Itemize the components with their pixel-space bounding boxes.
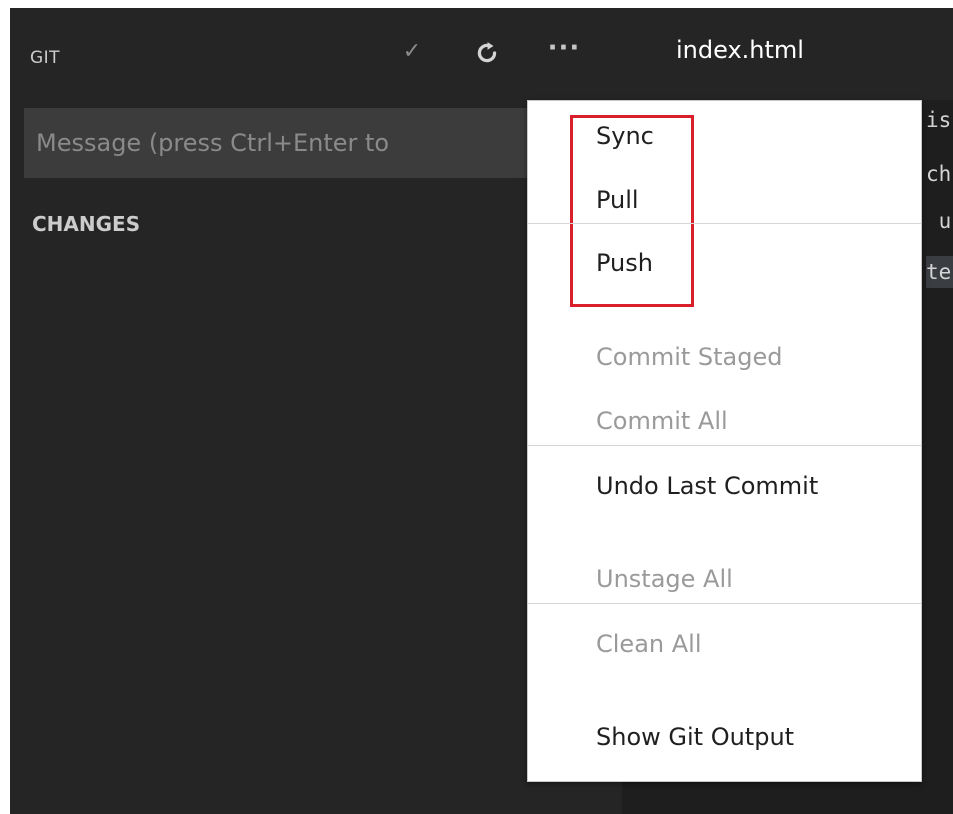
menu-item-unstage-all[interactable]: Unstage All (596, 559, 733, 599)
menu-item-pull[interactable]: Pull (596, 180, 639, 220)
ellipsis-icon[interactable]: ··· (544, 30, 584, 66)
panel-title: GIT (30, 48, 61, 68)
menu-item-sync[interactable]: Sync (596, 116, 654, 156)
menu-separator (528, 445, 921, 446)
check-icon[interactable]: ✓ (395, 34, 429, 70)
app-window: GIT ✓ ··· CHANGES index.html is ch u te … (10, 8, 953, 814)
menu-separator (528, 603, 921, 604)
menu-item-commit-all[interactable]: Commit All (596, 401, 728, 441)
code-line: te (926, 256, 953, 288)
tab-index-html[interactable]: index.html (622, 8, 953, 100)
menu-item-show-git-output[interactable]: Show Git Output (596, 717, 794, 757)
menu-item-clean-all[interactable]: Clean All (596, 624, 702, 664)
menu-separator (528, 223, 921, 224)
menu-item-push[interactable]: Push (596, 243, 653, 283)
code-line: u (926, 209, 952, 233)
menu-item-commit-staged[interactable]: Commit Staged (596, 337, 783, 377)
changes-header[interactable]: CHANGES (32, 212, 140, 236)
code-line: ch (926, 162, 952, 186)
code-line: is (926, 108, 952, 132)
commit-message-input[interactable] (24, 108, 584, 178)
git-more-actions-menu: Sync Pull Push Commit Staged Commit All … (527, 100, 922, 782)
refresh-icon[interactable] (470, 34, 504, 70)
menu-item-undo-last-commit[interactable]: Undo Last Commit (596, 466, 818, 506)
tab-label: index.html (676, 36, 804, 64)
